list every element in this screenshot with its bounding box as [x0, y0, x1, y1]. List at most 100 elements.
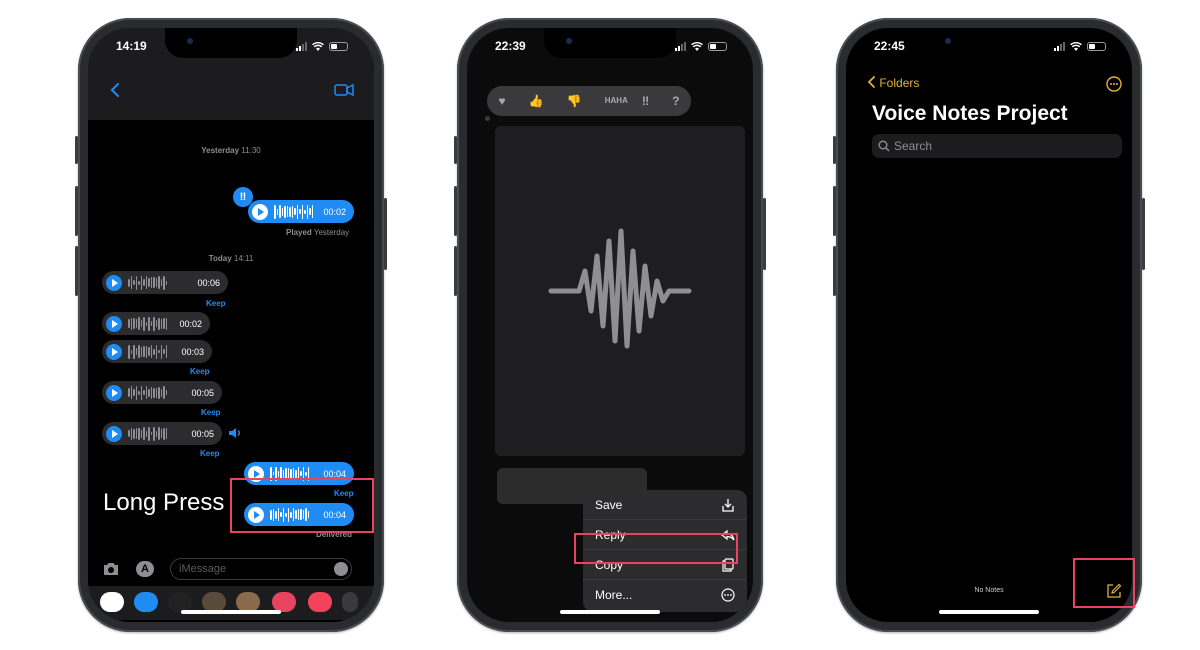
signal-icon: [296, 42, 307, 51]
waveform-bar: [158, 427, 160, 440]
waveform-bar: [143, 316, 145, 331]
waveform-bar: [155, 387, 157, 398]
images-search-app-icon[interactable]: [272, 592, 296, 612]
waveform-bar: [296, 204, 298, 219]
waveform-bar: [130, 386, 132, 399]
waveform-icon: [548, 228, 692, 349]
voice-message-in-5[interactable]: 00:05: [102, 422, 222, 445]
heart-app-icon[interactable]: [342, 592, 358, 612]
waveform-bar: [145, 321, 147, 326]
waveform-bar: [128, 278, 130, 287]
waveform-bar: [158, 350, 160, 353]
waveform-icon: [128, 316, 167, 332]
heart-tapback-icon[interactable]: ♥: [499, 94, 506, 108]
waveform-bar: [309, 208, 311, 215]
keep-link[interactable]: Keep: [201, 408, 221, 417]
app-store-icon[interactable]: A: [136, 561, 154, 577]
play-icon[interactable]: [106, 343, 122, 360]
waveform-bar: [274, 204, 276, 219]
thumbs-up-tapback-icon[interactable]: 👍: [529, 94, 544, 108]
waveform-bar: [160, 318, 162, 329]
fitness-app-icon[interactable]: [168, 592, 192, 612]
waveform-bar: [130, 427, 132, 440]
waveform-bar: [165, 345, 167, 358]
camera-icon[interactable]: [102, 562, 120, 576]
waveform-icon: [128, 344, 167, 360]
waveform-bar: [150, 386, 152, 399]
keep-link[interactable]: Keep: [206, 299, 226, 308]
waveform-bar: [158, 276, 160, 289]
music-app-icon[interactable]: [308, 592, 332, 612]
back-label: Folders: [879, 76, 920, 90]
waveform-bar: [163, 427, 165, 440]
voice-message-in-4[interactable]: 00:05: [102, 381, 222, 404]
waveform-bar: [158, 386, 160, 399]
play-icon[interactable]: [106, 384, 122, 401]
video-call-icon[interactable]: [334, 84, 354, 96]
waveform-bar: [135, 428, 137, 439]
waveform-bar: [143, 427, 145, 440]
play-icon[interactable]: [252, 203, 268, 220]
voice-message-in-3[interactable]: 00:03: [102, 340, 212, 363]
status-icons: [1054, 42, 1106, 51]
waveform-bar: [301, 204, 303, 219]
menu-item-label: More...: [595, 588, 633, 602]
waveform-bar: [295, 469, 297, 478]
play-icon[interactable]: [106, 425, 122, 442]
waveform-bar: [289, 206, 291, 217]
back-chevron-icon[interactable]: [110, 82, 120, 98]
play-icon[interactable]: [106, 274, 122, 291]
waveform-bar: [130, 349, 132, 354]
voice-message-out-1[interactable]: 00:02: [248, 200, 354, 223]
menu-item-save[interactable]: Save: [583, 490, 747, 520]
question-tapback-icon[interactable]: ?: [672, 94, 679, 108]
memoji-stickers-app-icon[interactable]: [236, 592, 260, 612]
waveform-bar: [140, 385, 142, 400]
waveform-bar: [276, 208, 278, 215]
waveform-bar: [305, 471, 307, 476]
waveform-bar: [290, 468, 292, 479]
photos-app-icon[interactable]: [100, 592, 124, 612]
message-duration: 00:04: [323, 468, 346, 479]
back-chevron-icon: [867, 76, 875, 88]
waveform-bar: [140, 275, 142, 290]
waveform-bar: [128, 344, 130, 359]
message-duration: 00:03: [181, 346, 204, 357]
search-field[interactable]: Search: [872, 134, 1122, 158]
ellipsis-menu-icon[interactable]: [1106, 76, 1122, 92]
waveform-bar: [163, 386, 165, 399]
thumbs-down-tapback-icon[interactable]: 👎: [567, 94, 582, 108]
message-duration: 00:02: [179, 318, 202, 329]
audio-record-icon[interactable]: [334, 562, 348, 576]
folders-back-button[interactable]: Folders: [867, 76, 920, 90]
waveform-bar: [133, 318, 135, 329]
message-duration: 00:05: [191, 428, 214, 439]
waveform-bar: [130, 317, 132, 330]
played-status: Played Yesterday: [286, 228, 350, 237]
keep-link[interactable]: Keep: [200, 449, 220, 458]
play-icon[interactable]: [106, 315, 122, 332]
speaker-icon: [229, 428, 240, 438]
waveform-bar: [272, 472, 274, 475]
menu-item-label: Save: [595, 497, 623, 512]
memoji-app-icon[interactable]: [202, 592, 226, 612]
menu-item-more[interactable]: More...: [583, 580, 747, 610]
long-press-label: Long Press: [103, 489, 225, 516]
save-icon: [722, 498, 734, 512]
waveform-bar: [153, 348, 155, 355]
waveform-bar: [165, 317, 167, 330]
voice-message-in-1[interactable]: 00:06: [102, 271, 228, 294]
emphasis-tapback-icon[interactable]: ‼: [642, 94, 649, 108]
waveform-bar: [145, 345, 147, 358]
wifi-icon: [312, 42, 324, 51]
app-store-app-icon[interactable]: [134, 592, 158, 612]
waveform-bar: [160, 344, 162, 359]
keep-link[interactable]: Keep: [190, 367, 210, 376]
voice-message-in-2[interactable]: 00:02: [102, 312, 210, 335]
waveform-bar: [148, 388, 150, 397]
imessage-input[interactable]: iMessage: [170, 558, 352, 580]
waveform-bar: [145, 430, 147, 437]
waveform-bar: [282, 469, 284, 478]
haha-tapback-icon[interactable]: HAHA: [605, 97, 628, 105]
notes-screen: 22:45 Folders Voice Notes Project Search…: [846, 28, 1132, 622]
